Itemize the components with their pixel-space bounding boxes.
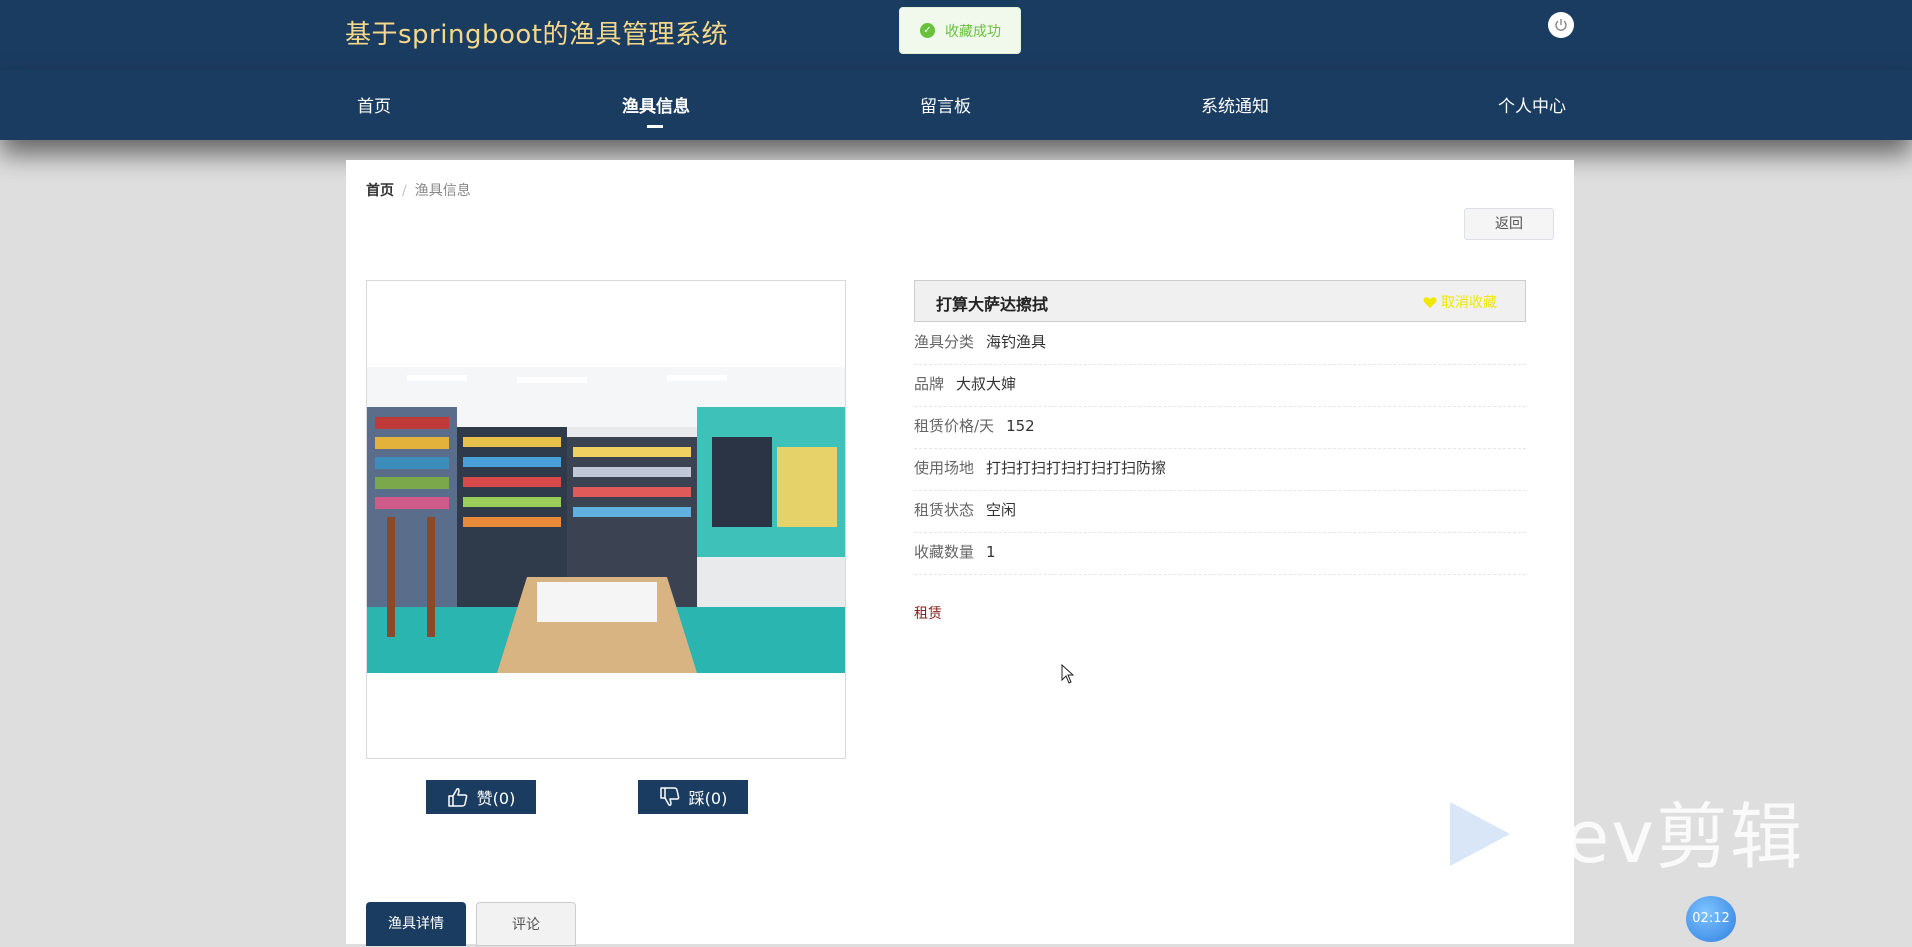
- watermark-logo-icon: [1450, 802, 1510, 866]
- field-label: 租赁价格/天: [914, 417, 995, 435]
- heart-icon: [1423, 296, 1437, 308]
- breadcrumb-home[interactable]: 首页: [366, 183, 394, 199]
- detail-panel: 首页 / 渔具信息 返回 赞(0) 踩(0) 打算大萨达擦拭 取消收藏 渔具分类…: [346, 160, 1574, 946]
- field-value: 打扫打扫打扫打扫打扫防擦: [986, 459, 1167, 477]
- dislike-count-label: 踩(0): [688, 789, 728, 808]
- nav-item-profile[interactable]: 个人中心: [1498, 92, 1566, 117]
- breadcrumb-current: 渔具信息: [414, 183, 471, 199]
- thumbs-down-icon: [659, 787, 679, 806]
- success-toast: ✓ 收藏成功: [899, 7, 1021, 54]
- site-title: 基于springboot的渔具管理系统: [345, 20, 728, 50]
- field-value: 152: [1006, 417, 1035, 435]
- info-row-price: 租赁价格/天 152: [914, 407, 1526, 449]
- watermark-text: ev剪辑: [1565, 795, 1804, 879]
- check-circle-icon: ✓: [920, 23, 935, 38]
- field-label: 收藏数量: [914, 543, 975, 561]
- breadcrumb: 首页 / 渔具信息: [366, 180, 471, 200]
- product-title-bar: 打算大萨达擦拭 取消收藏: [914, 280, 1526, 322]
- back-button[interactable]: 返回: [1464, 208, 1554, 240]
- field-label: 使用场地: [914, 459, 975, 477]
- like-button[interactable]: 赞(0): [426, 780, 536, 814]
- favorite-label: 取消收藏: [1441, 295, 1497, 311]
- nav-item-home[interactable]: 首页: [357, 92, 391, 117]
- rent-button[interactable]: 租赁: [914, 603, 942, 623]
- field-value: 海钓渔具: [986, 333, 1047, 351]
- info-row-favorites: 收藏数量 1: [914, 533, 1526, 575]
- power-icon: [1555, 19, 1567, 31]
- field-value: 空闲: [986, 501, 1017, 519]
- field-label: 渔具分类: [914, 333, 975, 351]
- info-row-venue: 使用场地 打扫打扫打扫打扫打扫防擦: [914, 449, 1526, 491]
- product-image-frame: [366, 280, 846, 759]
- nav-item-notices[interactable]: 系统通知: [1201, 92, 1269, 117]
- field-value: 1: [986, 543, 996, 561]
- field-label: 租赁状态: [914, 501, 975, 519]
- field-label: 品牌: [914, 375, 945, 393]
- recording-timer: 02:12: [1686, 896, 1736, 942]
- thumbs-up-icon: [447, 788, 467, 807]
- dislike-button[interactable]: 踩(0): [638, 780, 748, 814]
- logout-button[interactable]: [1548, 12, 1574, 38]
- active-nav-indicator: [647, 125, 663, 128]
- toast-message: 收藏成功: [945, 23, 1001, 40]
- nav-item-fishing-gear[interactable]: 渔具信息: [622, 92, 690, 117]
- main-nav: 首页 渔具信息 留言板 系统通知 个人中心: [0, 70, 1912, 140]
- tab-comments[interactable]: 评论: [476, 902, 576, 946]
- info-row-category: 渔具分类 海钓渔具: [914, 323, 1526, 365]
- mouse-cursor-icon: [1061, 664, 1075, 684]
- product-image[interactable]: [367, 367, 845, 673]
- product-name: 打算大萨达擦拭: [936, 295, 1049, 314]
- breadcrumb-separator: /: [402, 183, 407, 199]
- like-count-label: 赞(0): [476, 789, 516, 808]
- tab-gear-detail[interactable]: 渔具详情: [366, 902, 466, 946]
- favorite-toggle[interactable]: 取消收藏: [1423, 292, 1497, 312]
- nav-item-message-board[interactable]: 留言板: [920, 92, 971, 117]
- info-row-brand: 品牌 大叔大婶: [914, 365, 1526, 407]
- info-row-status: 租赁状态 空闲: [914, 491, 1526, 533]
- field-value: 大叔大婶: [956, 375, 1017, 393]
